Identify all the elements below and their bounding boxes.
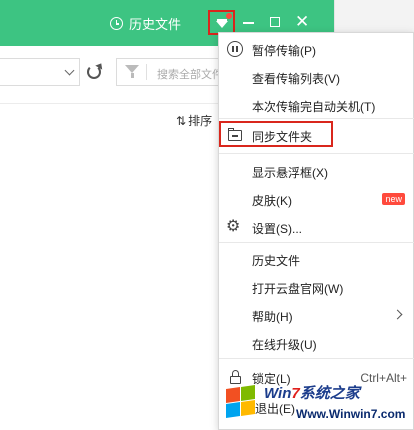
menu-item-auto-shutdown[interactable]: 本次传输完自动关机(T) <box>219 91 414 119</box>
minimize-button[interactable] <box>243 22 254 24</box>
history-tab-label: 历史文件 <box>129 17 182 32</box>
notification-dot <box>226 13 232 19</box>
menu-separator <box>219 358 414 359</box>
menu-separator <box>219 242 414 243</box>
watermark-title: Win7系统之家 <box>264 385 360 402</box>
menu-item-sync-folder[interactable]: 同步文件夹 <box>219 121 333 147</box>
menu-item-skin[interactable]: 皮肤(K) new <box>219 185 414 213</box>
dropdown-arrow-icon <box>215 20 228 28</box>
menu-item-upgrade[interactable]: 在线升级(U) <box>219 329 414 357</box>
close-button[interactable]: ✕ <box>295 13 309 30</box>
sort-button[interactable]: ⇅ 排序 <box>176 112 212 129</box>
menu-item-float-window[interactable]: 显示悬浮框(X) <box>219 157 414 185</box>
menu-item-transfer-list[interactable]: 查看传输列表(V) <box>219 63 414 91</box>
maximize-button[interactable] <box>270 17 280 27</box>
menu-item-help[interactable]: 帮助(H) <box>219 301 414 329</box>
search-placeholder: 搜索全部文件 <box>157 69 223 81</box>
menu-separator <box>219 118 414 119</box>
chevron-right-icon <box>392 309 403 320</box>
windows-logo-icon <box>224 384 258 418</box>
search-input[interactable]: 搜索全部文件 <box>116 58 226 86</box>
menu-item-history[interactable]: 历史文件 <box>219 245 414 273</box>
menu-item-open-website[interactable]: 打开云盘官网(W) <box>219 273 414 301</box>
main-menu: 暂停传输(P) 查看传输列表(V) 本次传输完自动关机(T) 同步文件夹 显示悬… <box>218 32 414 430</box>
chevron-down-icon <box>64 65 75 76</box>
sort-icon: ⇅ <box>176 113 186 128</box>
path-dropdown[interactable] <box>0 58 80 86</box>
gear-icon: ⚙ <box>226 218 241 235</box>
new-badge: new <box>382 193 405 205</box>
menu-bar-icon <box>217 19 227 21</box>
history-tab[interactable]: 历史文件 <box>110 14 181 33</box>
folder-sync-icon <box>227 127 243 143</box>
menu-separator <box>219 153 414 154</box>
watermark: Win7系统之家 Www.Winwin7.com <box>222 380 414 430</box>
refresh-button[interactable] <box>84 61 105 82</box>
menu-item-pause[interactable]: 暂停传输(P) <box>219 35 414 63</box>
clock-icon <box>110 17 123 30</box>
watermark-url: Www.Winwin7.com <box>296 407 406 421</box>
sort-label: 排序 <box>188 114 213 128</box>
filter-icon[interactable] <box>125 65 139 79</box>
pause-icon <box>227 41 243 57</box>
menu-item-settings[interactable]: ⚙ 设置(S)... <box>219 213 414 241</box>
